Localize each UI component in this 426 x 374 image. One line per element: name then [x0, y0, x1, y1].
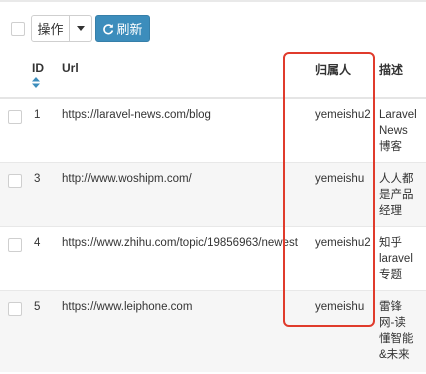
row-description-line: laravel	[379, 252, 413, 265]
row-description: Laravel News 博客	[379, 98, 426, 162]
operation-caret-button[interactable]	[70, 15, 92, 42]
row-description-line: 专题	[379, 268, 402, 281]
header-owner: 归属人	[312, 51, 379, 98]
row-checkbox-cell	[0, 290, 32, 372]
row-owner: yemeishu2	[312, 226, 379, 290]
row-description-line: 知乎	[379, 236, 402, 249]
row-checkbox[interactable]	[8, 110, 22, 124]
row-checkbox[interactable]	[8, 301, 22, 316]
row-description-line: 是产品	[379, 188, 414, 201]
row-description: 雷锋 网-读 懂智能 &未来	[379, 290, 426, 372]
header-url: Url	[62, 61, 79, 75]
row-description-line: News	[379, 125, 408, 137]
operation-dropdown[interactable]: 操作	[31, 15, 92, 42]
row-url: https://www.zhihu.com/topic/19856963/new…	[62, 236, 298, 249]
table-row: 3 http://www.woshipm.com/ yemeishu 人人都 是…	[0, 162, 426, 226]
chevron-down-icon	[76, 26, 85, 31]
row-description-line: 懂智能	[379, 332, 414, 345]
row-checkbox[interactable]	[8, 237, 22, 252]
row-description-line: &未来	[379, 348, 410, 361]
data-table: ID Url 归属人 描述 1 https://laravel-news.com…	[0, 51, 426, 372]
row-description-line: Laravel	[379, 109, 417, 121]
row-owner-value: yemeishu	[315, 172, 365, 185]
row-owner: yemeishu	[312, 290, 379, 372]
table-header-row: ID Url 归属人 描述	[0, 51, 426, 98]
top-divider	[0, 0, 426, 2]
row-description-line: 雷锋	[379, 300, 402, 313]
row-id: 5	[34, 300, 41, 313]
row-description-line: 经理	[379, 204, 402, 217]
row-owner-value: yemeishu2	[315, 109, 371, 121]
row-description-line: 博客	[379, 141, 402, 153]
refresh-icon	[103, 23, 114, 34]
header-id[interactable]: ID	[32, 51, 62, 98]
row-url: http://www.woshipm.com/	[62, 172, 192, 185]
select-all-checkbox[interactable]	[11, 22, 25, 36]
row-description: 知乎 laravel 专题	[379, 226, 426, 290]
row-owner: yemeishu	[312, 162, 379, 226]
row-description: 人人都 是产品 经理	[379, 162, 426, 226]
row-url: https://www.leiphone.com	[62, 300, 193, 313]
row-checkbox-cell	[0, 98, 32, 162]
row-owner: yemeishu2	[312, 98, 379, 162]
table-row: 5 https://www.leiphone.com yemeishu 雷锋 网…	[0, 290, 426, 372]
row-checkbox[interactable]	[8, 173, 22, 188]
header-owner-label: 归属人	[315, 63, 352, 77]
refresh-label: 刷新	[116, 22, 143, 37]
row-owner-value: yemeishu	[315, 300, 365, 313]
header-checkbox-cell	[0, 51, 32, 98]
row-description-line: 网-读	[379, 316, 406, 329]
row-url: https://laravel-news.com/blog	[62, 109, 211, 121]
toolbar: 操作 刷新	[0, 12, 426, 46]
row-id: 4	[34, 236, 41, 249]
row-owner-value: yemeishu2	[315, 236, 371, 249]
header-id-label: ID	[32, 61, 44, 75]
row-id: 1	[34, 109, 41, 121]
refresh-button[interactable]: 刷新	[95, 15, 150, 42]
table-row: 4 https://www.zhihu.com/topic/19856963/n…	[0, 226, 426, 290]
table-row: 1 https://laravel-news.com/blog yemeishu…	[0, 98, 426, 162]
header-description: 描述	[379, 63, 404, 77]
row-description-line: 人人都	[379, 172, 414, 185]
sort-icon[interactable]	[32, 77, 40, 88]
row-id: 3	[34, 172, 41, 185]
row-checkbox-cell	[0, 226, 32, 290]
row-checkbox-cell	[0, 162, 32, 226]
operation-button[interactable]: 操作	[31, 15, 70, 42]
